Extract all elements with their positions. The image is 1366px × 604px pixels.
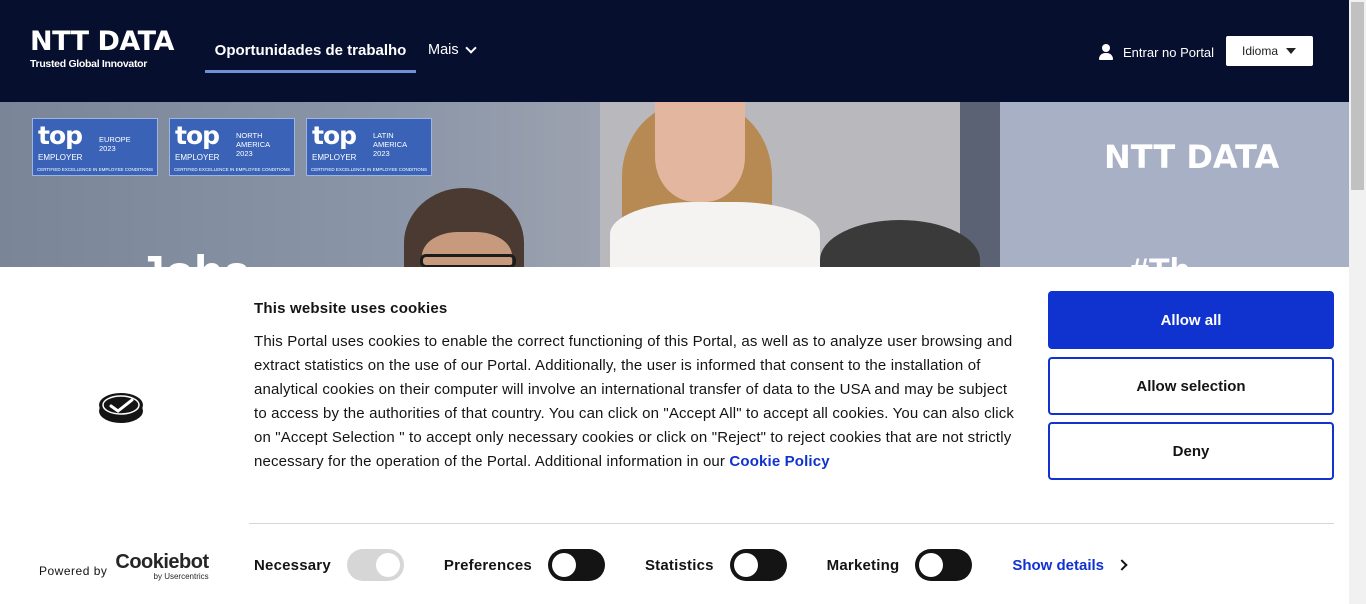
chevron-down-icon xyxy=(464,42,477,54)
user-icon xyxy=(1099,44,1113,60)
badge-top: top xyxy=(38,121,83,150)
necessary-label: Necessary xyxy=(254,556,331,574)
statistics-switch[interactable] xyxy=(729,549,787,581)
show-details-label: Show details xyxy=(1012,556,1105,574)
allow-selection-button[interactable]: Allow selection xyxy=(1048,357,1334,415)
allow-all-button[interactable]: Allow all xyxy=(1048,291,1334,349)
nav-more-menu[interactable]: Mais xyxy=(428,42,477,58)
cookie-category-toggles: Necessary Preferences Statistics Marketi… xyxy=(254,549,1128,581)
cookie-description: This Portal uses cookies to enable the c… xyxy=(254,330,1014,474)
badge-region: LATIN AMERICA 2023 xyxy=(373,131,423,158)
hero-headline: Jobs xyxy=(138,246,250,268)
glasses-graphic xyxy=(420,254,516,268)
badge-footer: CERTIFIED EXCELLENCE IN EMPLOYEE CONDITI… xyxy=(174,167,290,172)
marketing-switch[interactable] xyxy=(915,549,973,581)
badge-employer: EMPLOYER xyxy=(175,153,220,162)
badge-employer: EMPLOYER xyxy=(312,153,357,162)
site-header: NTT DATA Trusted Global Innovator Oportu… xyxy=(0,0,1349,102)
top-employer-badge: top EMPLOYER NORTH AMERICA 2023 CERTIFIED… xyxy=(169,118,295,176)
language-select[interactable]: Idioma xyxy=(1226,36,1313,66)
statistics-label: Statistics xyxy=(644,556,714,574)
deny-button[interactable]: Deny xyxy=(1048,422,1334,480)
login-label: Entrar no Portal xyxy=(1123,44,1215,60)
divider xyxy=(249,523,1334,524)
preferences-label: Preferences xyxy=(443,556,532,574)
cookie-consent-banner: This website uses cookies This Portal us… xyxy=(0,267,1349,604)
show-details-link[interactable]: Show details xyxy=(1012,556,1128,574)
badge-year: 2023 xyxy=(373,149,390,158)
badge-top: top xyxy=(175,121,220,150)
nav-more-label: Mais xyxy=(428,42,459,58)
hero-ntt-data-logo: NTT DATA xyxy=(1104,138,1280,176)
badge-year: 2023 xyxy=(236,149,253,158)
badge-region-name: EUROPE xyxy=(99,135,131,144)
hero-woman-sweater xyxy=(610,202,820,268)
hero-window xyxy=(1000,102,1349,268)
cookiebot-logo-icon xyxy=(99,393,143,423)
badge-footer: CERTIFIED EXCELLENCE IN EMPLOYEE CONDITI… xyxy=(311,167,427,172)
hero-banner: top EMPLOYER EUROPE 2023 CERTIFIED EXCELL… xyxy=(0,102,1349,268)
cookie-title: This website uses cookies xyxy=(254,300,448,317)
badge-region-name: LATIN AMERICA xyxy=(373,131,408,149)
cookiebot-sub: by Usercentrics xyxy=(153,572,209,581)
badge-region-name: NORTH AMERICA xyxy=(236,131,271,149)
cookiebot-brand: Cookiebot by Usercentrics xyxy=(115,551,209,581)
toggle-necessary: Necessary xyxy=(254,549,404,581)
nav-job-opportunities[interactable]: Oportunidades de trabalho xyxy=(205,34,416,73)
badge-employer: EMPLOYER xyxy=(38,153,83,162)
badge-year: 2023 xyxy=(99,144,116,153)
badge-footer: CERTIFIED EXCELLENCE IN EMPLOYEE CONDITI… xyxy=(37,167,153,172)
logo-tagline: Trusted Global Innovator xyxy=(30,58,148,70)
toggle-statistics: Statistics xyxy=(645,549,787,581)
marketing-label: Marketing xyxy=(826,556,900,574)
cookie-text: This website uses cookies This Portal us… xyxy=(254,300,1014,474)
badge-top: top xyxy=(312,121,357,150)
logo-wordmark: NTT DATA xyxy=(30,26,174,57)
ntt-data-logo[interactable]: NTT DATA Trusted Global Innovator xyxy=(30,26,174,71)
badge-region: NORTH AMERICA 2023 xyxy=(236,131,286,158)
hero-hashtag: #Th xyxy=(1130,252,1190,268)
cookie-body: This Portal uses cookies to enable the c… xyxy=(254,333,1015,470)
top-employer-badge: top EMPLOYER EUROPE 2023 CERTIFIED EXCELL… xyxy=(32,118,158,176)
cookie-policy-link[interactable]: Cookie Policy xyxy=(729,453,829,470)
toggle-marketing: Marketing xyxy=(827,549,973,581)
chevron-right-icon xyxy=(1116,559,1128,571)
badge-region: EUROPE 2023 xyxy=(99,135,131,153)
powered-by-cookiebot[interactable]: Powered by Cookiebot by Usercentrics xyxy=(39,552,209,581)
top-employer-badge: top EMPLOYER LATIN AMERICA 2023 CERTIFIED… xyxy=(306,118,432,176)
cookiebot-wordmark: Cookiebot xyxy=(115,551,209,573)
preferences-switch[interactable] xyxy=(547,549,605,581)
toggle-preferences: Preferences xyxy=(444,549,605,581)
scrollbar-thumb[interactable] xyxy=(1351,2,1364,190)
login-link[interactable]: Entrar no Portal xyxy=(1099,44,1214,60)
language-label: Idioma xyxy=(1242,44,1279,58)
top-employer-badges: top EMPLOYER EUROPE 2023 CERTIFIED EXCELL… xyxy=(32,118,432,176)
powered-by-label: Powered by xyxy=(39,563,108,578)
caret-down-icon xyxy=(1286,48,1297,54)
hero-woman-face xyxy=(655,102,745,202)
necessary-switch xyxy=(346,549,404,581)
